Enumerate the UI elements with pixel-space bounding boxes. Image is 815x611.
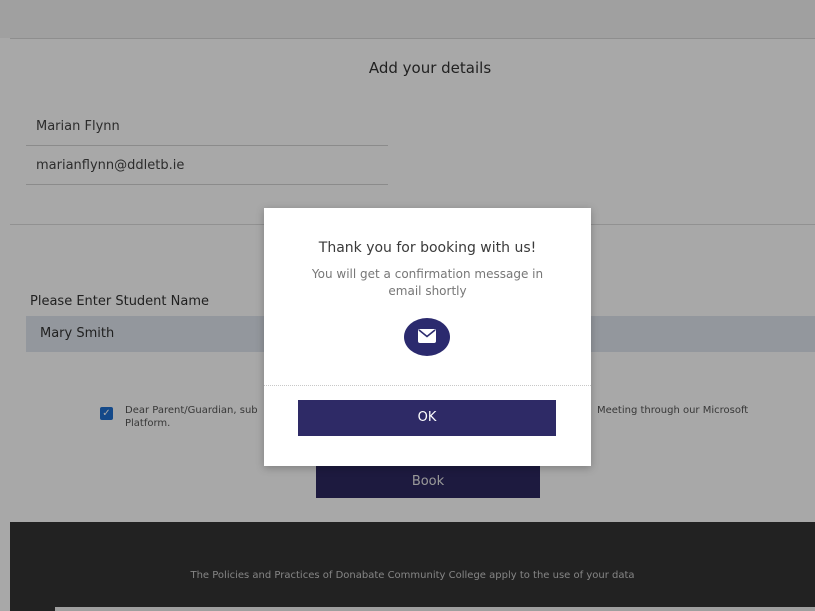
ok-button[interactable]: OK [298,400,556,436]
confirmation-modal: Thank you for booking with us! You will … [264,208,591,466]
modal-message: You will get a confirmation message in e… [311,267,544,298]
envelope-icon [404,318,450,356]
modal-divider [264,385,591,386]
modal-title: Thank you for booking with us! [318,240,537,256]
